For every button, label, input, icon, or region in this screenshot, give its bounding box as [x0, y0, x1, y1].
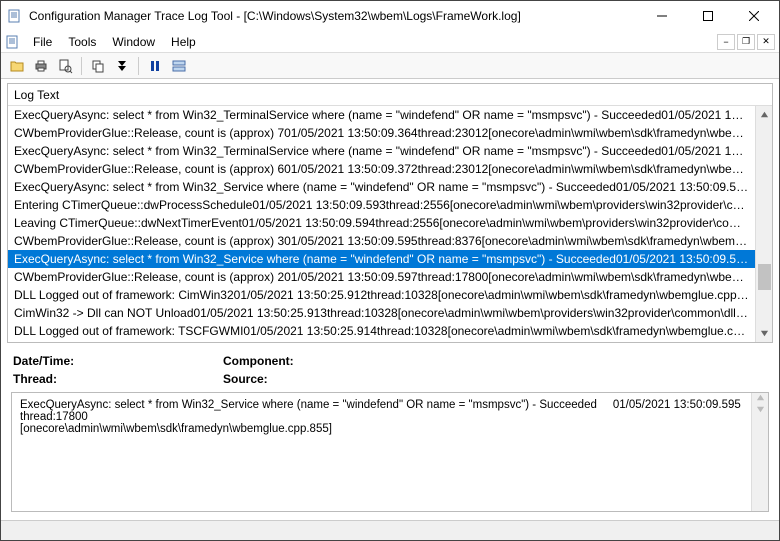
- titlebar: Configuration Manager Trace Log Tool - […: [1, 1, 779, 31]
- menu-window[interactable]: Window: [104, 33, 163, 51]
- pause-button[interactable]: [145, 56, 165, 76]
- toolbar: [1, 53, 779, 79]
- detail-panel: ExecQueryAsync: select * from Win32_Serv…: [11, 392, 769, 512]
- app-icon: [7, 8, 23, 24]
- mdi-minimize-button[interactable]: −: [717, 34, 735, 50]
- log-row[interactable]: DLL Logged out of framework: TSCFGWMI01/…: [8, 322, 755, 340]
- window-controls: [639, 1, 777, 31]
- menu-help[interactable]: Help: [163, 33, 204, 51]
- log-row[interactable]: ExecQueryAsync: select * from Win32_Term…: [8, 106, 755, 124]
- log-row[interactable]: DLL Logged out of framework: CimWin3201/…: [8, 286, 755, 304]
- menu-file[interactable]: File: [25, 33, 60, 51]
- log-row[interactable]: CimWin32 -> Dll can NOT Unload01/05/2021…: [8, 304, 755, 322]
- detail-vertical-scrollbar[interactable]: [751, 393, 768, 511]
- detail-thread: thread:17800: [20, 411, 88, 423]
- meta-panel: Date/Time: Component: Thread: Source:: [5, 347, 775, 392]
- detail-scroll-up-icon[interactable]: [756, 393, 765, 405]
- menubar: File Tools Window Help − ❐ ✕: [1, 31, 779, 53]
- mdi-restore-button[interactable]: ❐: [737, 34, 755, 50]
- statusbar: [1, 520, 779, 540]
- log-row[interactable]: Entering CTimerQueue::dwProcessSchedule0…: [8, 196, 755, 214]
- close-button[interactable]: [731, 1, 777, 31]
- main-area: Log Text ExecQueryAsync: select * from W…: [1, 79, 779, 520]
- log-row[interactable]: CWbemProviderGlue::Release, count is (ap…: [8, 124, 755, 142]
- scroll-down-icon[interactable]: [756, 325, 773, 342]
- label-thread: Thread:: [13, 370, 223, 388]
- log-row[interactable]: CWbemProviderGlue::Release, count is (ap…: [8, 232, 755, 250]
- menu-tools[interactable]: Tools: [60, 33, 104, 51]
- scroll-up-icon[interactable]: [756, 106, 773, 123]
- open-button[interactable]: [7, 56, 27, 76]
- detail-message: ExecQueryAsync: select * from Win32_Serv…: [20, 399, 597, 411]
- log-row[interactable]: ExecQueryAsync: select * from Win32_Serv…: [8, 250, 755, 268]
- log-row[interactable]: CWbemProviderGlue::Release, count is (ap…: [8, 268, 755, 286]
- mdi-close-button[interactable]: ✕: [757, 34, 775, 50]
- copy-button[interactable]: [88, 56, 108, 76]
- log-grid: Log Text ExecQueryAsync: select * from W…: [7, 83, 773, 343]
- mdi-app-icon[interactable]: [5, 34, 21, 50]
- label-source: Source:: [223, 370, 767, 388]
- window-title: Configuration Manager Trace Log Tool - […: [29, 9, 639, 23]
- maximize-button[interactable]: [685, 1, 731, 31]
- log-row[interactable]: ExecQueryAsync: select * from Win32_Serv…: [8, 178, 755, 196]
- column-header-log-text[interactable]: Log Text: [8, 84, 772, 106]
- label-component: Component:: [223, 352, 767, 370]
- log-row[interactable]: Leaving CTimerQueue::dwNextTimerEvent01/…: [8, 214, 755, 232]
- log-rows[interactable]: ExecQueryAsync: select * from Win32_Term…: [8, 106, 755, 342]
- minimize-button[interactable]: [639, 1, 685, 31]
- print-button[interactable]: [31, 56, 51, 76]
- window: Configuration Manager Trace Log Tool - […: [0, 0, 780, 541]
- details-button[interactable]: [169, 56, 189, 76]
- scroll-thumb[interactable]: [758, 264, 771, 290]
- detail-source-line: [onecore\admin\wmi\wbem\sdk\framedyn\wbe…: [20, 423, 760, 435]
- print-preview-button[interactable]: [55, 56, 75, 76]
- detail-scroll-down-icon[interactable]: [756, 405, 765, 417]
- label-datetime: Date/Time:: [13, 352, 223, 370]
- detail-date: 01/05/2021 13:50:09.595: [613, 399, 741, 411]
- find-button[interactable]: [112, 56, 132, 76]
- log-row[interactable]: ExecQueryAsync: select * from Win32_Term…: [8, 142, 755, 160]
- log-row[interactable]: CWbemProviderGlue::Release, count is (ap…: [8, 160, 755, 178]
- vertical-scrollbar[interactable]: [755, 106, 772, 342]
